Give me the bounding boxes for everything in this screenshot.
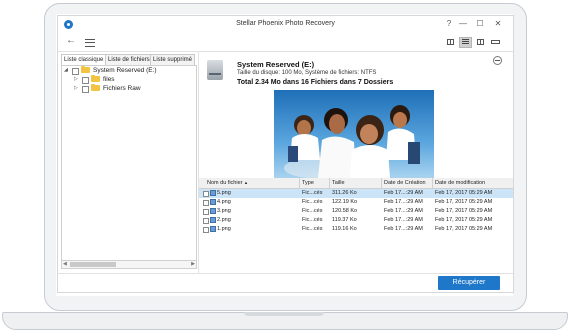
collapsed-arrow-icon[interactable]: ▷ — [74, 75, 78, 84]
column-header-size[interactable]: Taille — [329, 178, 381, 188]
cell-size: 311.26 Ko — [332, 190, 357, 196]
photo-preview — [274, 90, 434, 178]
cell-type: Fic...cés — [302, 199, 323, 205]
cover-flow-icon — [491, 40, 500, 44]
row-checkbox[interactable] — [203, 209, 209, 215]
scrollbar-thumb[interactable] — [70, 262, 116, 267]
back-arrow-icon[interactable]: ← — [66, 35, 76, 46]
cell-name: 4.png — [217, 199, 231, 205]
image-file-icon — [210, 199, 216, 205]
tree-checkbox[interactable] — [82, 86, 89, 93]
cell-name: 2.png — [217, 217, 231, 223]
scroll-left-icon[interactable]: ◀ — [63, 261, 67, 268]
cell-name: 3.png — [217, 208, 231, 214]
row-checkbox[interactable] — [203, 218, 209, 224]
hamburger-menu-icon[interactable] — [85, 39, 95, 47]
cell-created: Feb 17...:29 AM — [384, 190, 423, 196]
tree-item-label: Fichiers Raw — [103, 85, 141, 92]
table-row[interactable]: 4.png Fic...cés 122.19 Ko Feb 17...:29 AM Fe… — [199, 198, 513, 207]
cell-modified: Feb 17, 2017 05:29 AM — [435, 208, 493, 214]
cell-created: Feb 17...:29 AM — [384, 226, 423, 232]
table-row[interactable]: 3.png Fic...cés 120.58 Ko Feb 17...:29 AM Fe… — [199, 207, 513, 216]
cover-flow-button[interactable] — [489, 37, 502, 48]
tree-checkbox[interactable] — [82, 77, 89, 84]
drive-slot — [209, 73, 221, 75]
tab-file-list[interactable]: Liste de fichiers — [105, 54, 153, 65]
scan-total: Total 2.34 Mo dans 16 Fichiers dans 7 Do… — [237, 79, 394, 86]
toolbar: ← — [58, 33, 513, 52]
image-file-icon — [210, 190, 216, 196]
table-header: Nom du fichier ▲ Type Taille Date de Cré… — [199, 178, 513, 189]
column-view-icon — [477, 39, 484, 45]
cell-type: Fic...cés — [302, 208, 323, 214]
family-photo — [274, 90, 434, 178]
tree-checkbox[interactable] — [72, 68, 79, 75]
sort-arrow-icon: ▲ — [244, 180, 248, 185]
cell-type: Fic...cés — [302, 226, 323, 232]
minimize-button[interactable]: — — [456, 19, 470, 29]
column-header-modified[interactable]: Date de modification — [432, 178, 513, 188]
list-view-button[interactable] — [459, 37, 472, 48]
drive-body — [207, 60, 223, 80]
drive-name: System Reserved (E:) — [237, 60, 315, 69]
grid-view-button[interactable] — [444, 37, 457, 48]
column-header-created[interactable]: Date de Création — [381, 178, 432, 188]
cell-size: 119.16 Ko — [332, 226, 357, 232]
cell-created: Feb 17...:29 AM — [384, 217, 423, 223]
column-header-name[interactable]: Nom du fichier ▲ — [199, 178, 299, 188]
column-header-type[interactable]: Type — [299, 178, 329, 188]
row-checkbox[interactable] — [203, 200, 209, 206]
tree-item-label: files — [103, 76, 115, 83]
close-button[interactable]: ✕ — [491, 19, 505, 29]
tree-item-label: System Reserved (E:) — [93, 67, 157, 74]
drive-details: Taille du disque: 100 Mo, Système de fic… — [237, 70, 377, 76]
row-checkbox[interactable] — [203, 227, 209, 233]
folder-icon — [91, 75, 100, 82]
cell-modified: Feb 17, 2017 05:29 AM — [435, 217, 493, 223]
cell-size: 122.19 Ko — [332, 199, 358, 205]
collapse-icon[interactable] — [493, 56, 502, 65]
row-checkbox[interactable] — [203, 191, 209, 197]
table-row[interactable]: 2.png Fic...cés 119.37 Ko Feb 17...:29 AM Fe… — [199, 216, 513, 225]
cell-modified: Feb 17, 2017 05:29 AM — [435, 199, 493, 205]
expanded-arrow-icon[interactable]: ◢ — [64, 66, 68, 75]
cell-type: Fic...cés — [302, 217, 323, 223]
folder-tree: ◢ System Reserved (E:) ▷ files ▷ Fichier… — [61, 65, 197, 267]
grid-view-icon — [447, 39, 454, 45]
cell-created: Feb 17...:29 AM — [384, 208, 423, 214]
table-row[interactable]: 5.png Fic...cés 311.26 Ko Feb 17...:29 AM Fe… — [199, 189, 513, 198]
image-file-icon — [210, 226, 216, 232]
tree-horizontal-scrollbar[interactable]: ◀ ▶ — [61, 260, 197, 269]
tab-deleted-list[interactable]: Liste supprimé — [150, 54, 196, 65]
table-row[interactable]: 1.png Fic...cés 119.16 Ko Feb 17...:29 AM Fe… — [199, 225, 513, 234]
drive-icon — [207, 60, 223, 82]
cell-modified: Feb 17, 2017 05:29 AM — [435, 226, 493, 232]
cell-type: Fic...cés — [302, 190, 323, 196]
folder-icon — [91, 84, 100, 91]
cell-name: 1.png — [217, 226, 231, 232]
collapsed-arrow-icon[interactable]: ▷ — [74, 84, 78, 93]
list-view-icon — [462, 39, 469, 40]
footer-bar: Récupérer — [58, 273, 513, 292]
cell-modified: Feb 17, 2017 05:29 AM — [435, 190, 493, 196]
maximize-button[interactable]: ☐ — [473, 19, 487, 29]
column-header-label: Nom du fichier — [207, 180, 243, 186]
help-button[interactable]: ? — [442, 19, 456, 29]
recover-button[interactable]: Récupérer — [438, 276, 500, 290]
cell-size: 119.37 Ko — [332, 217, 357, 223]
image-file-icon — [210, 217, 216, 223]
column-view-button[interactable] — [474, 37, 487, 48]
cell-name: 5.png — [217, 190, 231, 196]
title-bar: Stellar Phoenix Photo Recovery ? — ☐ ✕ — [58, 16, 513, 33]
folder-icon — [81, 66, 90, 73]
file-table: Nom du fichier ▲ Type Taille Date de Cré… — [199, 178, 513, 274]
image-file-icon — [210, 208, 216, 214]
laptop-notch — [244, 312, 324, 316]
scroll-right-icon[interactable]: ▶ — [191, 261, 195, 268]
cell-created: Feb 17...:29 AM — [384, 199, 423, 205]
app-window: Stellar Phoenix Photo Recovery ? — ☐ ✕ ←… — [57, 15, 514, 293]
cell-size: 120.58 Ko — [332, 208, 358, 214]
